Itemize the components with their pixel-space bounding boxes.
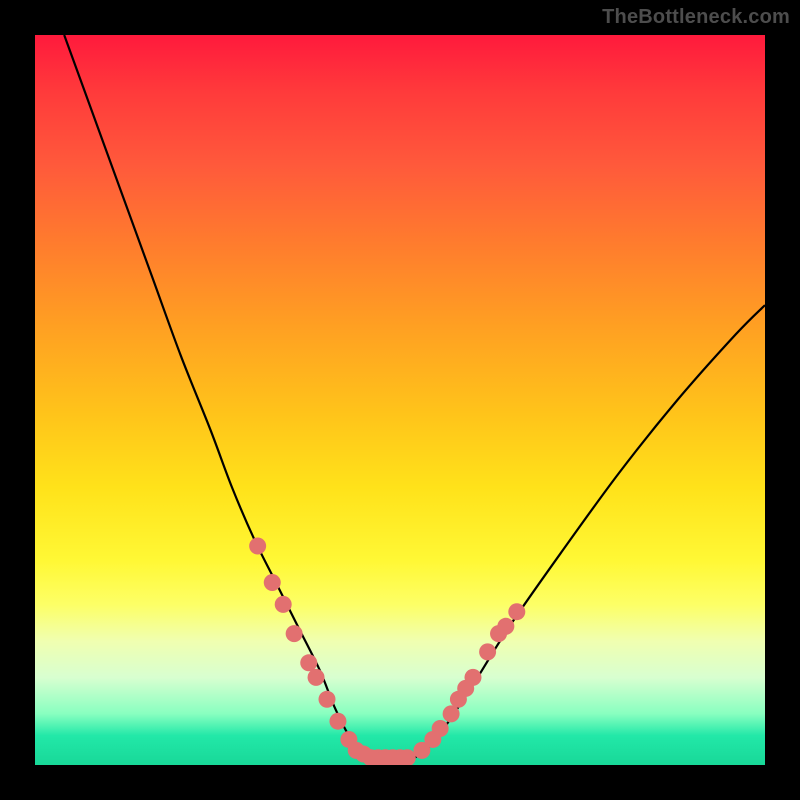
chart-gradient-background: [35, 35, 765, 765]
watermark-text: TheBottleneck.com: [602, 6, 790, 29]
